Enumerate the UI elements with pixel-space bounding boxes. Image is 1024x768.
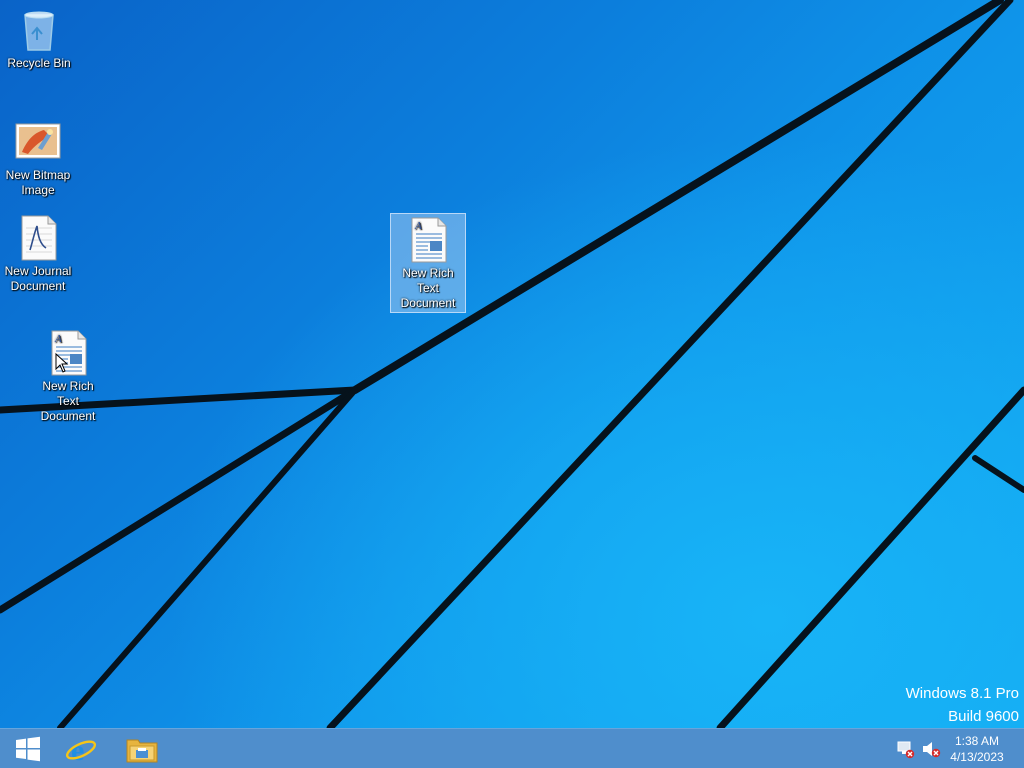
windows-watermark: Windows 8.1 Pro Build 9600 [906, 682, 1019, 728]
network-disconnected-icon[interactable] [896, 739, 916, 759]
watermark-edition: Windows 8.1 Pro [905, 685, 1019, 702]
taskbar-clock[interactable]: 1:38 AM 4/13/2023 [944, 733, 1010, 765]
internet-explorer-icon: e [65, 734, 97, 765]
wallpaper-lines [0, 0, 1024, 728]
mouse-pointer-icon [55, 353, 69, 373]
journal-document-label: New Journal Document [4, 264, 72, 293]
recycle-bin-icon [24, 11, 54, 51]
watermark-build: Build 9600 [948, 708, 1019, 725]
rich-text-document-label: New Rich Text Document [40, 379, 96, 423]
start-button[interactable] [0, 729, 56, 768]
taskbar: e 1:38 AM 4/13/2023 [0, 728, 1024, 768]
rich-text-document-file-selected[interactable]: A New Rich Text Document [390, 213, 466, 313]
rich-text-document-file[interactable]: A New Rich Text Document [30, 327, 106, 424]
file-explorer-icon [126, 739, 158, 763]
svg-text:A: A [414, 220, 422, 232]
journal-document-icon [21, 215, 57, 261]
bitmap-image-label: New Bitmap Image [5, 168, 71, 197]
recycle-bin-shortcut[interactable]: Recycle Bin [1, 4, 77, 71]
desktop[interactable]: Recycle Bin New Bitmap Image New Journal… [0, 0, 1024, 728]
svg-text:e: e [71, 734, 84, 765]
clock-date: 4/13/2023 [950, 750, 1004, 764]
windows-logo-icon [16, 736, 40, 762]
file-explorer-button[interactable] [114, 729, 170, 768]
recycle-bin-label: Recycle Bin [7, 56, 71, 70]
bitmap-image-icon [15, 123, 61, 159]
internet-explorer-button[interactable]: e [53, 729, 109, 768]
rich-text-document-label: New Rich Text Document [400, 266, 456, 310]
volume-muted-icon[interactable] [921, 739, 941, 759]
rich-text-document-icon: A [411, 217, 447, 263]
journal-document-file[interactable]: New Journal Document [0, 212, 76, 294]
svg-text:A: A [54, 333, 62, 345]
clock-time: 1:38 AM [954, 734, 1000, 748]
bitmap-image-file[interactable]: New Bitmap Image [0, 116, 76, 198]
